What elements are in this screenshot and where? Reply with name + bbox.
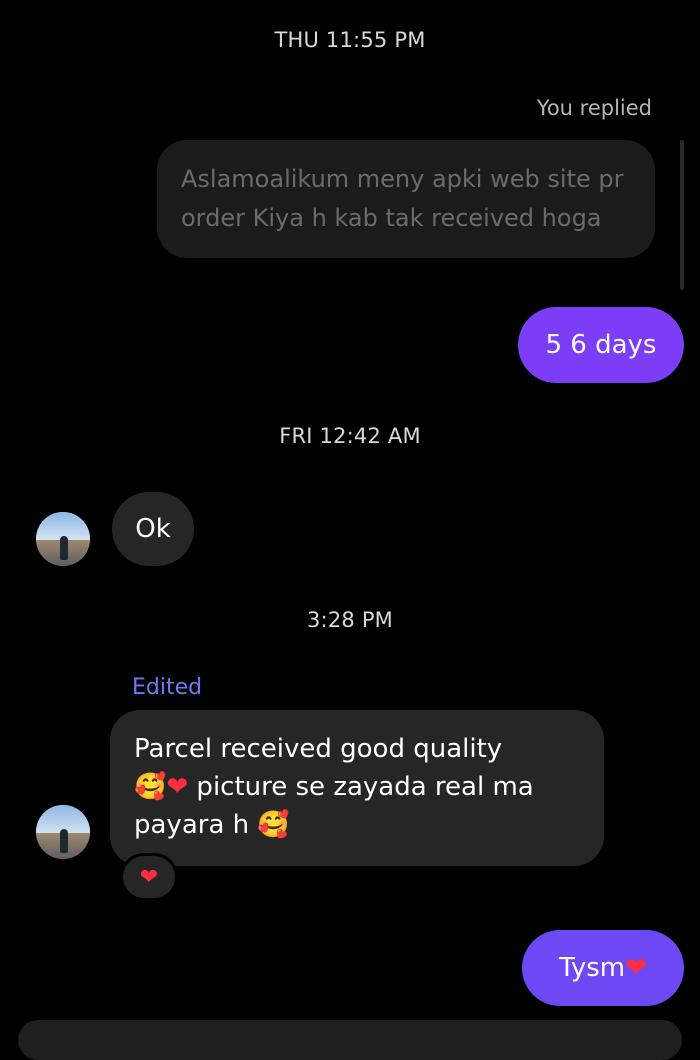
avatar[interactable] bbox=[36, 805, 90, 859]
received-message-bubble[interactable]: Parcel received good quality 🥰❤ picture … bbox=[110, 710, 604, 866]
received-message-text: Ok bbox=[135, 514, 171, 544]
received-message-line: payara h 🥰 bbox=[134, 806, 582, 844]
sent-message-text: Tysm bbox=[559, 953, 626, 983]
timestamp-fri: FRI 12:42 AM bbox=[279, 424, 421, 448]
heart-reaction-pill[interactable]: ❤ bbox=[120, 853, 178, 901]
quoted-message-text: Aslamoalikum meny apki web site pr order… bbox=[181, 165, 624, 232]
received-message-line: Parcel received good quality bbox=[134, 734, 503, 764]
edited-label: Edited bbox=[132, 675, 203, 700]
received-message-text: picture se zayada real ma bbox=[188, 772, 534, 802]
you-replied-label: You replied bbox=[536, 96, 652, 120]
sent-message-text: 5 6 days bbox=[545, 330, 657, 360]
red-heart-emoji-icon: ❤ bbox=[625, 953, 647, 983]
received-message-line: 🥰❤ picture se zayada real ma bbox=[134, 768, 582, 806]
quoted-message-bubble[interactable]: Aslamoalikum meny apki web site pr order… bbox=[157, 140, 655, 258]
message-composer[interactable] bbox=[18, 1020, 682, 1060]
sent-message-bubble[interactable]: 5 6 days bbox=[518, 307, 684, 383]
sent-message-bubble[interactable]: Tysm ❤ bbox=[522, 930, 684, 1006]
smiling-hearts-emoji-icon: 🥰 bbox=[134, 772, 167, 802]
red-heart-emoji-icon: ❤ bbox=[166, 772, 189, 802]
received-message-text: payara h bbox=[134, 810, 258, 840]
timestamp-today: 3:28 PM bbox=[306, 608, 393, 632]
scroll-indicator bbox=[680, 140, 684, 290]
timestamp-thu: THU 11:55 PM bbox=[274, 28, 426, 52]
received-message-bubble[interactable]: Ok bbox=[112, 492, 194, 566]
red-heart-reaction-icon: ❤ bbox=[139, 864, 159, 890]
smiling-hearts-emoji-icon: 🥰 bbox=[257, 810, 290, 840]
avatar[interactable] bbox=[36, 512, 90, 566]
